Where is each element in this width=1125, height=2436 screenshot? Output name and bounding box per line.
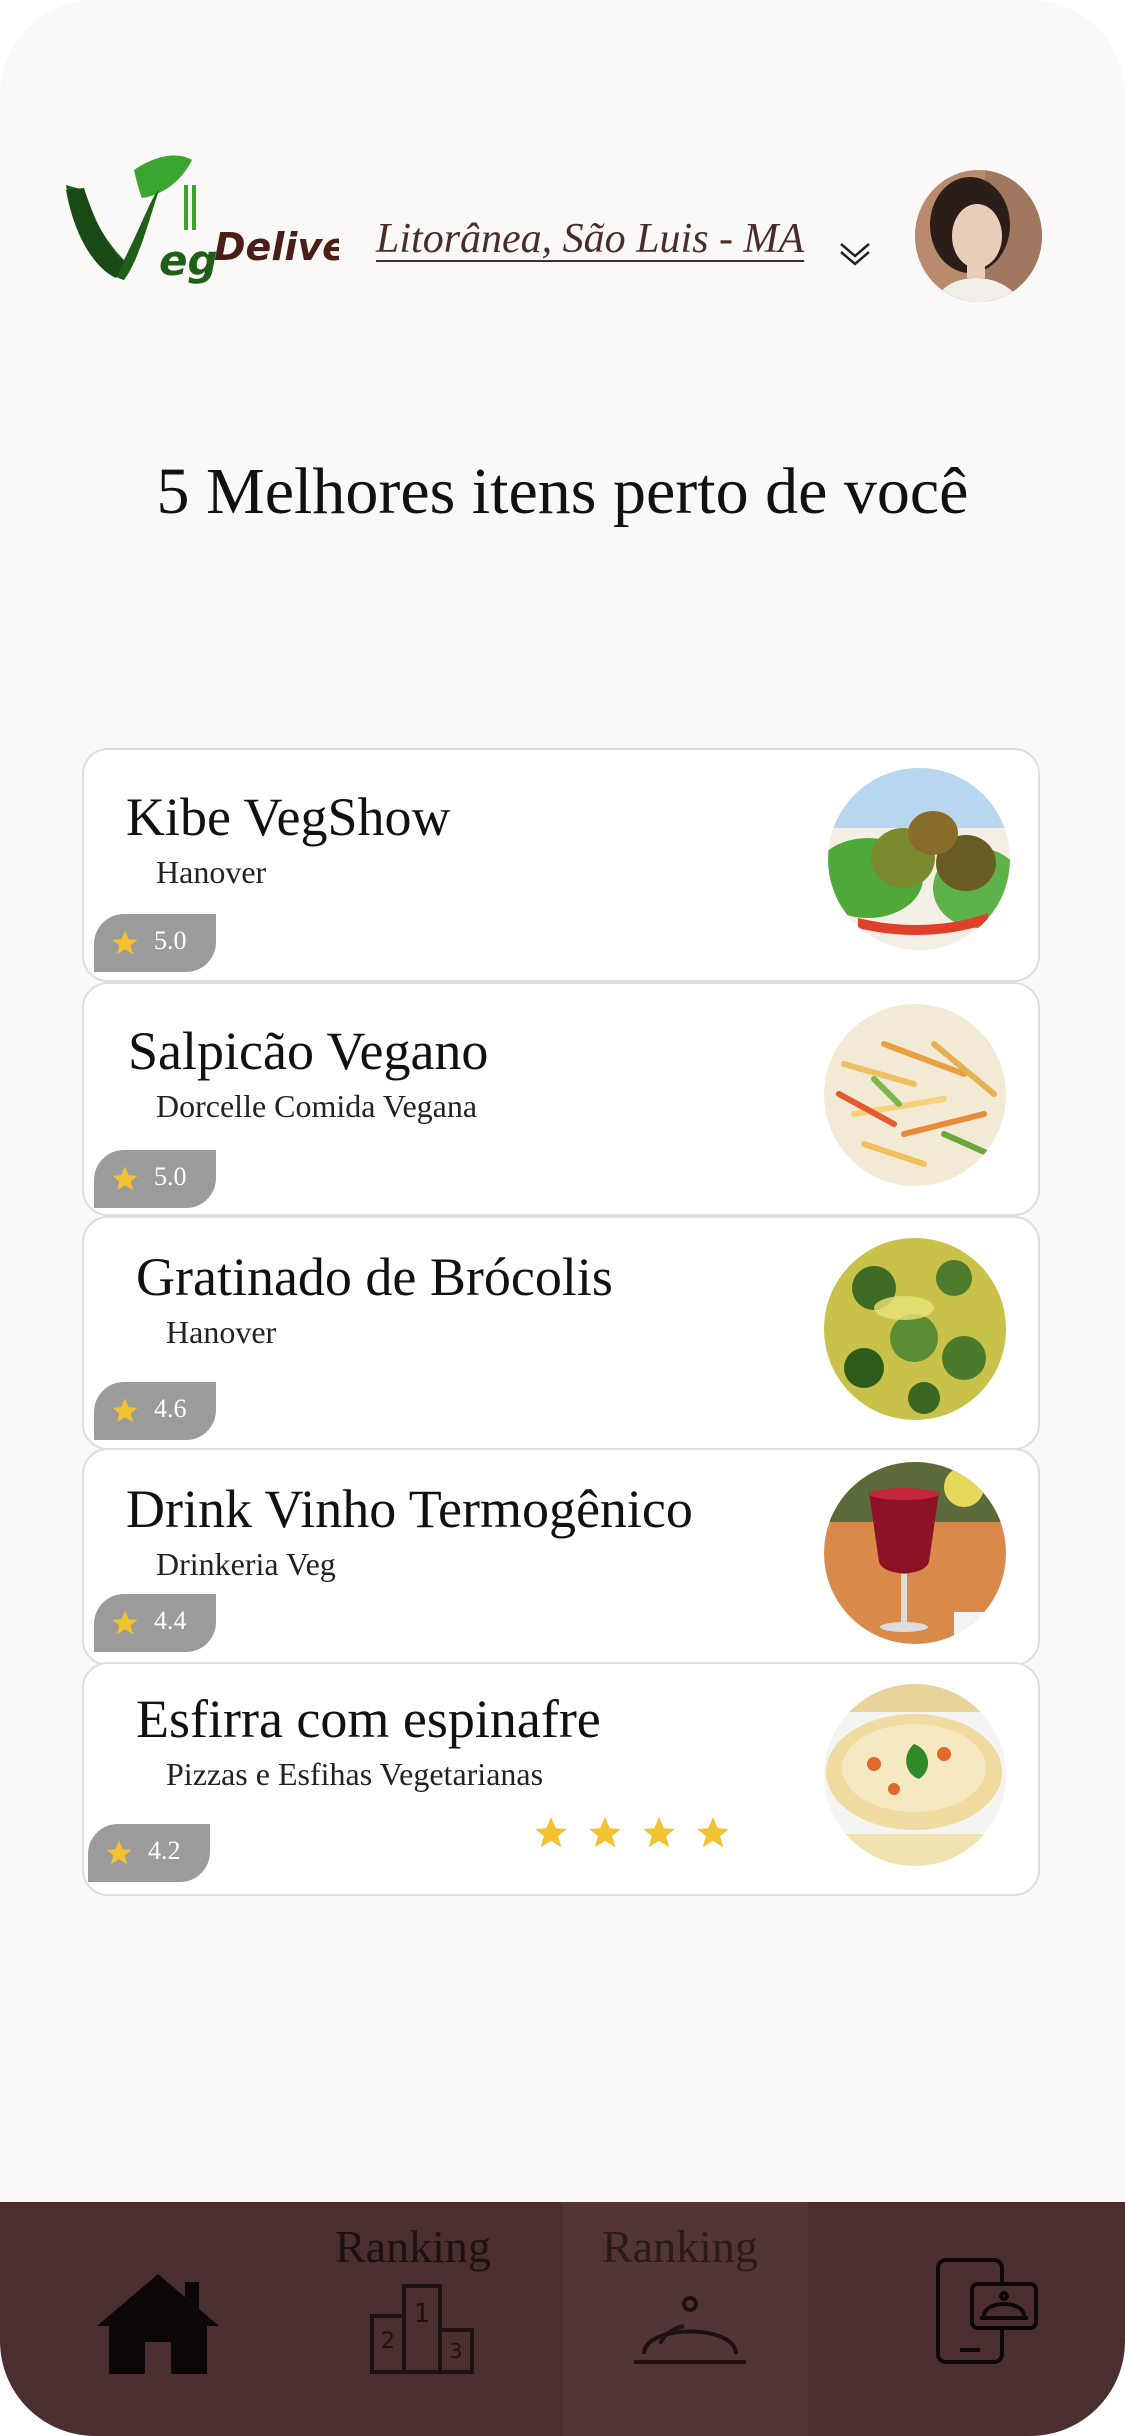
- svg-text:Delivery: Delivery: [214, 225, 339, 269]
- item-name: Salpicão Vegano: [128, 1021, 489, 1081]
- salpicao-food-image: [824, 1004, 1006, 1186]
- star-icon[interactable]: [586, 1814, 624, 1852]
- rating-badge: 5.0: [94, 1150, 216, 1208]
- svg-text:1: 1: [414, 2299, 431, 2329]
- bottom-navigation: Ranking 1 2 3 Ranking: [0, 2202, 1125, 2436]
- rating-badge: 4.4: [94, 1594, 216, 1652]
- item-name: Drink Vinho Termogênico: [126, 1479, 693, 1539]
- star-icon: [112, 1398, 138, 1423]
- item-store: Hanover: [166, 1314, 277, 1350]
- rating-value: 5.0: [154, 926, 187, 955]
- item-name: Gratinado de Brócolis: [136, 1247, 613, 1307]
- rating-badge: 4.2: [88, 1824, 210, 1882]
- esfirra-food-image: [824, 1684, 1006, 1866]
- item-name: Esfirra com espinafre: [136, 1689, 601, 1749]
- list-item[interactable]: Salpicão Vegano Dorcelle Comida Vegana 5…: [82, 982, 1040, 1216]
- list-item[interactable]: Drink Vinho Termogênico Drinkeria Veg 4.…: [82, 1448, 1040, 1666]
- list-item[interactable]: Kibe VegShow Hanover 5.0: [82, 748, 1040, 982]
- star-icon[interactable]: [640, 1814, 678, 1852]
- nav-label-ranking[interactable]: Ranking: [335, 2220, 491, 2273]
- vegg-delivery-logo: eg Delivery: [66, 155, 339, 285]
- star-rating-row[interactable]: [532, 1814, 732, 1852]
- rating-value: 5.0: [154, 1162, 187, 1191]
- rating-badge: 5.0: [94, 914, 216, 972]
- food-cloche-icon[interactable]: [630, 2294, 750, 2374]
- item-store: Drinkeria Veg: [156, 1546, 336, 1582]
- gratinado-food-image: [824, 1238, 1006, 1420]
- drink-food-image: [824, 1462, 1006, 1644]
- svg-text:2: 2: [381, 2329, 395, 2354]
- item-store: Hanover: [156, 854, 267, 890]
- star-icon: [112, 1610, 138, 1635]
- list-item[interactable]: Esfirra com espinafre Pizzas e Esfihas V…: [82, 1662, 1040, 1896]
- item-store: Pizzas e Esfihas Vegetarianas: [166, 1756, 544, 1792]
- podium-icon[interactable]: 1 2 3: [370, 2282, 474, 2374]
- item-name: Kibe VegShow: [126, 787, 451, 847]
- nav-label-ranking-food[interactable]: Ranking: [602, 2220, 758, 2273]
- list-item[interactable]: Gratinado de Brócolis Hanover 4.6: [82, 1216, 1040, 1450]
- rating-value: 4.4: [154, 1606, 187, 1635]
- item-store: Dorcelle Comida Vegana: [156, 1088, 478, 1124]
- rating-badge: 4.6: [94, 1382, 216, 1440]
- star-icon: [106, 1840, 132, 1865]
- svg-text:3: 3: [450, 2339, 463, 2363]
- star-icon: [112, 930, 138, 955]
- user-avatar[interactable]: [915, 170, 1042, 302]
- chevron-down-icon[interactable]: [838, 236, 872, 270]
- rating-value: 4.6: [154, 1394, 187, 1423]
- page-title: 5 Melhores itens perto de você: [156, 455, 969, 528]
- location-selector[interactable]: Litorânea, São Luis - MA: [376, 215, 804, 263]
- app-screen: eg Delivery Litorânea, São Luis - MA 5 M…: [0, 0, 1125, 2436]
- svg-text:eg: eg: [159, 236, 218, 285]
- home-icon[interactable]: [93, 2270, 223, 2380]
- mobile-order-icon[interactable]: [932, 2256, 1042, 2366]
- star-icon: [112, 1166, 138, 1191]
- star-icon[interactable]: [532, 1814, 570, 1852]
- star-icon[interactable]: [694, 1814, 732, 1852]
- rating-value: 4.2: [148, 1836, 181, 1865]
- kibe-food-image: [828, 768, 1010, 950]
